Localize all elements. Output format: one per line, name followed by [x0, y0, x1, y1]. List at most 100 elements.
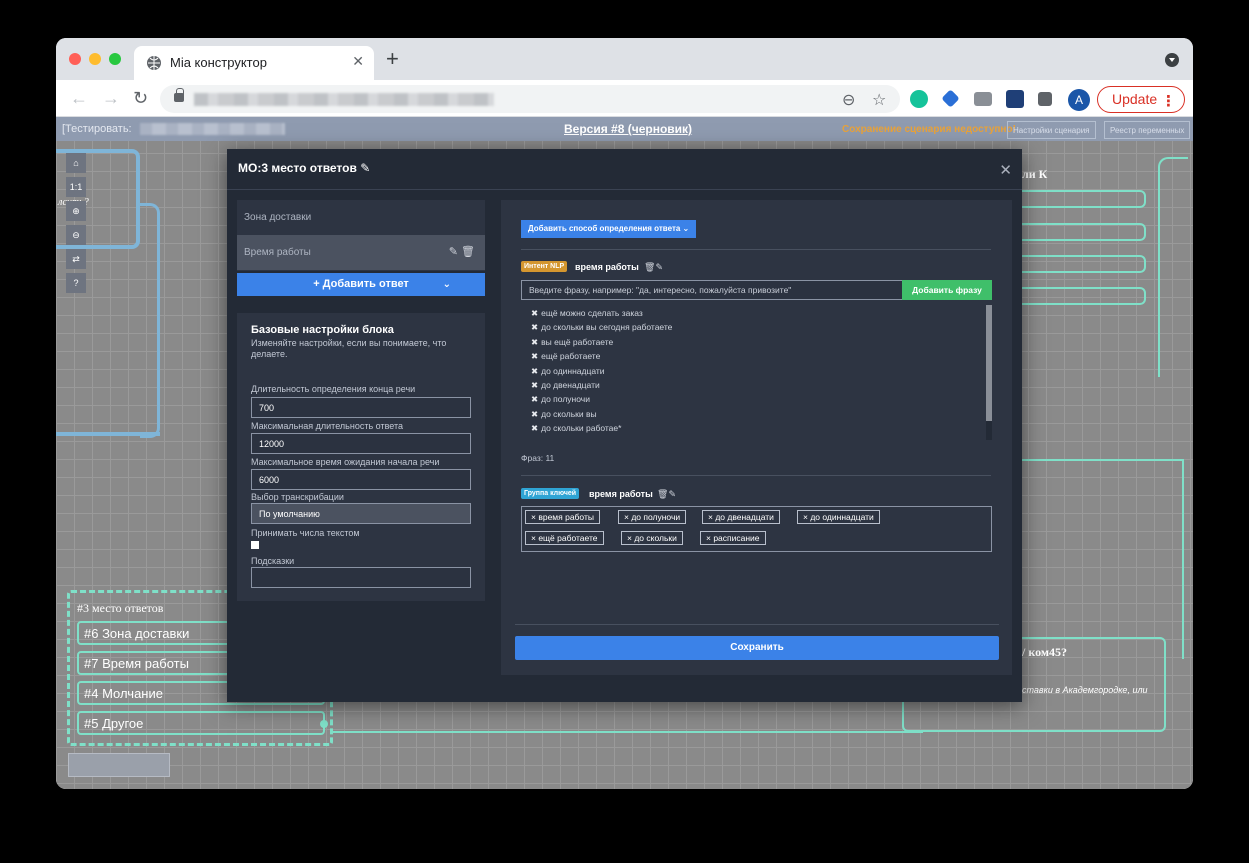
phrase-list: ✖ ещё можно сделать заказ ✖ до скольки вы … — [531, 308, 986, 440]
key-chip[interactable]: × до скольки — [621, 531, 683, 545]
speech-end-input[interactable]: 700 — [251, 397, 471, 418]
extensions-puzzle-icon[interactable] — [1038, 92, 1052, 106]
back-icon[interactable]: ← — [70, 88, 88, 108]
key-chip-label: до скольки — [634, 533, 677, 543]
phrase-count: Фраз: 11 — [521, 453, 555, 463]
scenario-settings-button[interactable]: Настройки сценария — [1007, 121, 1096, 139]
diamond-extension-icon[interactable] — [941, 89, 960, 108]
edit-icon[interactable]: ✎ — [655, 262, 663, 272]
add-phrase-button[interactable]: Добавить фразу — [902, 280, 992, 300]
remove-phrase-icon[interactable]: ✖ — [531, 322, 538, 332]
block-answer-label: #4 Молчание — [84, 686, 163, 701]
version-link[interactable]: Версия #8 (черновик) — [564, 122, 692, 136]
canvas-bottom-button[interactable] — [68, 753, 170, 777]
minimize-window-button[interactable] — [89, 53, 101, 65]
zoom-panel: ⌂ 1:1 ⊕ ⊖ ⇄ ? — [66, 153, 86, 297]
profile-avatar[interactable]: A — [1068, 89, 1090, 111]
tab-search-icon[interactable] — [1165, 53, 1179, 67]
add-answer-button[interactable]: + Добавить ответ ⌄ — [237, 273, 485, 296]
key-chip[interactable]: × ещё работаете — [525, 531, 604, 545]
transcription-select[interactable]: По умолчанию — [251, 503, 471, 524]
zoom-out-icon[interactable]: ⊖ — [66, 225, 86, 245]
canvas-node-text: ставки в Академгородке, или — [1022, 685, 1148, 695]
swap-icon[interactable]: ⇄ — [66, 249, 86, 269]
keys-container[interactable]: × время работы × до полуночи × до двенад… — [521, 506, 992, 552]
close-window-button[interactable] — [69, 53, 81, 65]
reload-icon[interactable]: ↻ — [133, 88, 148, 108]
browser-window: Mia конструктор ✕ + ← → ↻ ⊖ ☆ A Update ⋮ — [56, 38, 1193, 789]
canvas-connector — [140, 203, 160, 438]
grammarly-extension-icon[interactable] — [910, 90, 928, 108]
phrase-item: ✖ вы ещё работаете — [531, 337, 986, 351]
max-answer-label: Максимальная длительность ответа — [251, 421, 403, 431]
max-wait-input[interactable]: 6000 — [251, 469, 471, 490]
remove-phrase-icon[interactable]: ✖ — [531, 394, 538, 404]
bookmark-star-icon[interactable]: ☆ — [872, 90, 886, 110]
forward-icon[interactable]: → — [102, 88, 120, 108]
hints-input[interactable] — [251, 567, 471, 588]
block-answer-item[interactable]: #5 Другое — [77, 711, 328, 735]
phrase-text: до одиннадцати — [541, 365, 605, 376]
remove-phrase-icon[interactable]: ✖ — [531, 308, 538, 318]
key-chip[interactable]: × расписание — [700, 531, 766, 545]
answers-list: Зона доставки Время работы ✎ 🗑 — [237, 200, 485, 271]
zoom-out-icon[interactable]: ⊖ — [842, 90, 855, 110]
help-icon[interactable]: ? — [66, 273, 86, 293]
phrase-input[interactable]: Введите фразу, например: "да, интересно,… — [521, 280, 903, 300]
camera-extension-icon[interactable] — [974, 92, 992, 106]
trash-icon[interactable]: 🗑 — [461, 246, 475, 258]
more-menu-icon[interactable]: ⋮ — [1161, 90, 1176, 114]
remove-phrase-icon[interactable]: ✖ — [531, 366, 538, 376]
edit-title-icon[interactable]: ✎ — [360, 161, 370, 175]
divider — [515, 624, 999, 625]
key-chip[interactable]: × до одиннадцати — [797, 510, 880, 524]
key-chip-label: до одиннадцати — [810, 512, 874, 522]
address-bar[interactable]: ⊖ ☆ — [160, 85, 900, 113]
zoom-in-icon[interactable]: ⊕ — [66, 201, 86, 221]
update-button[interactable]: Update ⋮ — [1097, 86, 1185, 113]
remove-phrase-icon[interactable]: ✖ — [531, 380, 538, 390]
key-chip-label: время работы — [538, 512, 594, 522]
canvas-connector — [1006, 459, 1184, 469]
trash-icon[interactable]: 🗑 — [657, 489, 668, 499]
remove-phrase-icon[interactable]: ✖ — [531, 409, 538, 419]
connector-dot[interactable] — [320, 720, 328, 728]
remove-phrase-icon[interactable]: ✖ — [531, 423, 538, 433]
edit-icon[interactable]: ✎ — [449, 246, 458, 258]
key-chip[interactable]: × до полуночи — [618, 510, 687, 524]
numbers-as-text-checkbox[interactable] — [251, 541, 259, 549]
home-icon[interactable]: ⌂ — [66, 153, 86, 173]
browser-tab[interactable]: Mia конструктор ✕ — [134, 46, 374, 80]
reset-zoom-button[interactable]: 1:1 — [66, 177, 86, 197]
phrase-item: ✖ до скольки работае* — [531, 423, 986, 437]
max-answer-input[interactable]: 12000 — [251, 433, 471, 454]
block-answer-label: #7 Время работы — [84, 656, 189, 671]
remove-phrase-icon[interactable]: ✖ — [531, 351, 538, 361]
maximize-window-button[interactable] — [109, 53, 121, 65]
answer-item[interactable]: Зона доставки — [237, 200, 485, 235]
block-answer-label: #6 Зона доставки — [84, 626, 190, 641]
download-extension-icon[interactable] — [1006, 90, 1024, 108]
answer-item-selected[interactable]: Время работы ✎ 🗑 — [237, 235, 485, 270]
edit-icon[interactable]: ✎ — [668, 489, 676, 499]
new-tab-button[interactable]: + — [386, 48, 399, 70]
tab-title: Mia конструктор — [170, 55, 267, 70]
key-chip[interactable]: × до двенадцати — [702, 510, 780, 524]
block-settings-panel: Базовые настройки блока Изменяйте настро… — [237, 313, 485, 601]
remove-phrase-icon[interactable]: ✖ — [531, 337, 538, 347]
trash-icon[interactable]: 🗑 — [644, 262, 655, 272]
key-group-title: время работы — [589, 489, 653, 499]
phrase-scrollbar[interactable] — [986, 305, 992, 421]
add-method-button[interactable]: Добавить способ определения ответа ⌄ — [521, 220, 697, 238]
app-header: [Тестировать: Версия #8 (черновик) Сохра… — [56, 117, 1193, 141]
transcription-label: Выбор транскрибации — [251, 492, 344, 502]
save-button[interactable]: Сохранить — [515, 636, 999, 660]
variables-registry-button[interactable]: Реестр переменных — [1104, 121, 1191, 139]
key-chip[interactable]: × время работы — [525, 510, 600, 524]
close-modal-icon[interactable]: ✕ — [999, 161, 1012, 179]
app-canvas[interactable]: лсить? ли К / ком45? ставки в Академгоро… — [56, 117, 1193, 789]
answer-label: Зона доставки — [244, 212, 312, 223]
phrase-item: ✖ до скольки вы — [531, 409, 986, 423]
tab-close-icon[interactable]: ✕ — [352, 53, 364, 70]
chevron-down-icon[interactable]: ⌄ — [443, 273, 451, 296]
